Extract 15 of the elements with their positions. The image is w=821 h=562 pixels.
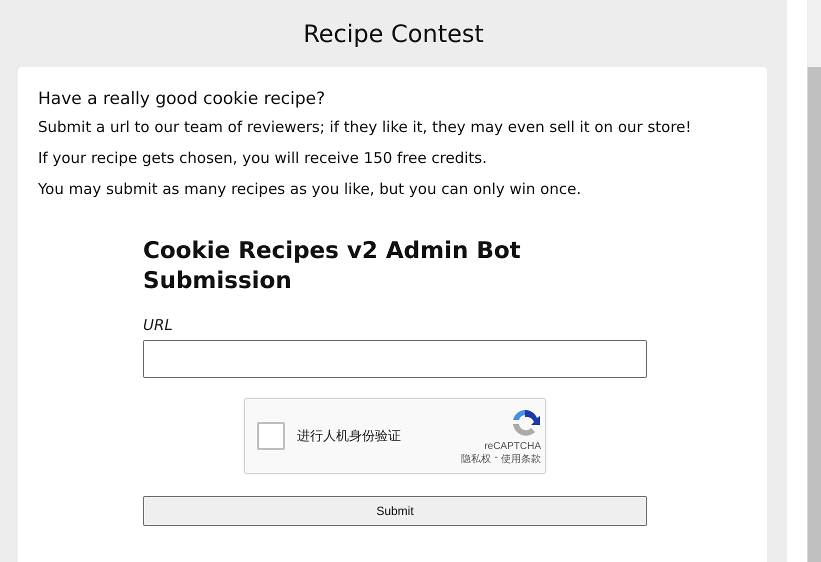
captcha-checkbox[interactable] [257,422,285,450]
page-title: Recipe Contest [302,18,485,50]
privacy-link[interactable]: 隐私权 [461,452,492,466]
intro-text: Submit a url to our team of reviewers; if they like it, they may even sell it on our store! [38,117,692,138]
legal-separator: - [493,452,499,465]
form-title: Cookie Recipes v2 Admin Bot Submission [143,237,522,296]
captcha-label: 进行人机身份验证 [297,428,401,445]
intro-text: You may submit as many recipes as you like, but you can only win once. [38,179,582,200]
url-label: URL [143,316,174,334]
intro-heading: Have a really good cookie recipe? [38,89,326,109]
recaptcha-brand: reCAPTCHA [484,441,541,452]
submit-button[interactable]: Submit [143,496,647,526]
url-field[interactable] [143,340,647,378]
terms-link[interactable]: 使用条款 [501,452,541,466]
intro-text: If your recipe gets chosen, you will receive 150 free credits. [38,148,488,169]
